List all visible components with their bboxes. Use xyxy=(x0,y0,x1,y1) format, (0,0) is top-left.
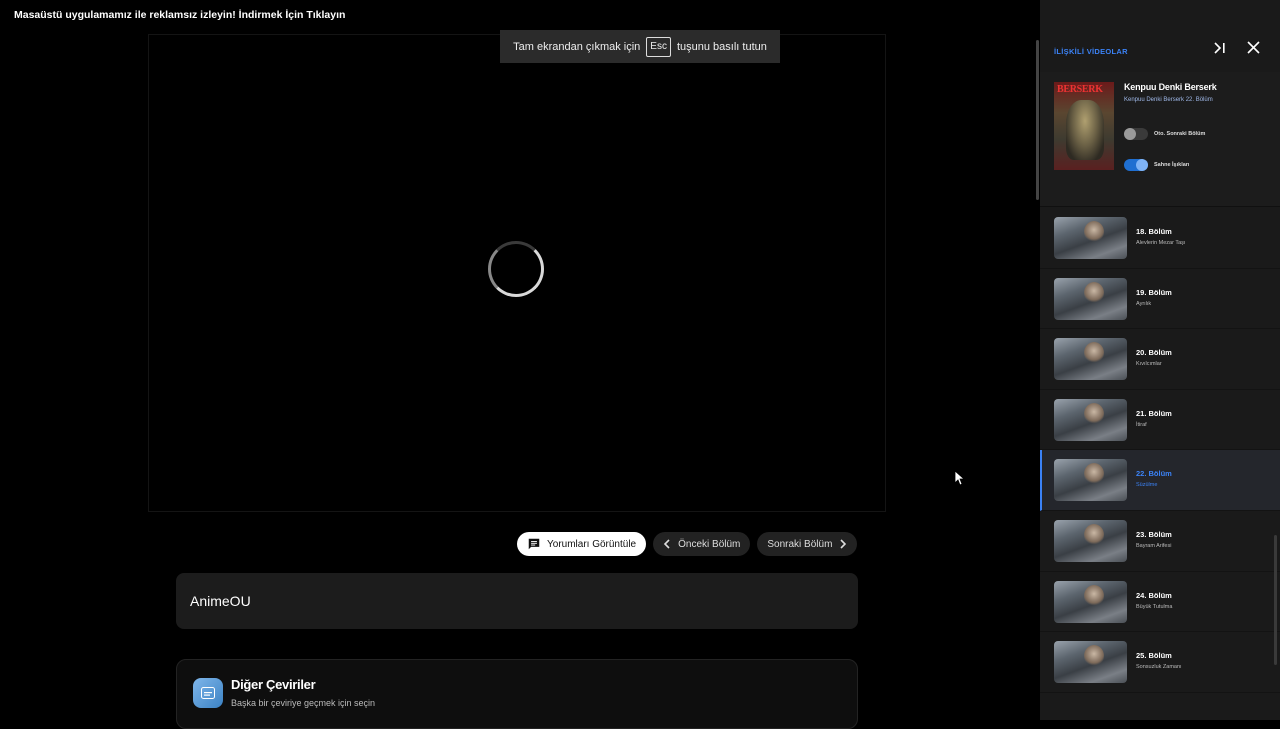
source-card[interactable]: AnimeOU xyxy=(176,573,858,629)
episode-name: Süzülme xyxy=(1136,482,1158,489)
view-comments-label: Yorumları Görüntüle xyxy=(547,538,637,550)
episode-thumbnail xyxy=(1054,459,1127,502)
episode-list-scrollbar[interactable] xyxy=(1274,210,1277,710)
episode-thumbnail xyxy=(1054,217,1127,259)
episode-name: Alevlerin Mezar Taşı xyxy=(1136,240,1186,246)
series-title: Kenpuu Denki Berserk xyxy=(1124,82,1217,92)
series-header: BERSERK Kenpuu Denki Berserk Kenpuu Denk… xyxy=(1040,72,1280,207)
translations-icon xyxy=(193,678,223,708)
episode-thumbnail xyxy=(1054,519,1127,562)
chevron-left-icon xyxy=(663,539,671,549)
collapse-right-icon xyxy=(1213,41,1227,59)
prev-episode-button[interactable]: Önceki Bölüm xyxy=(653,532,751,556)
episode-name: Ayrılık xyxy=(1136,300,1152,307)
toast-text-before: Tam ekrandan çıkmak için xyxy=(513,40,641,53)
collapse-panel-button[interactable] xyxy=(1212,42,1228,58)
episode-item-21[interactable]: 21. Bölüm İtiraf xyxy=(1040,390,1280,451)
episode-number: 18. Bölüm xyxy=(1136,227,1172,236)
episode-item-25[interactable]: 25. Bölüm Sonsuzluk Zamanı xyxy=(1040,632,1280,693)
episode-thumbnail xyxy=(1054,580,1127,623)
related-videos-panel: İLİŞKİLİ VİDEOLAR BERSERK Kenpuu Denki B… xyxy=(1040,0,1280,720)
episode-thumbnail xyxy=(1054,641,1127,684)
episode-number: 25. Bölüm xyxy=(1136,651,1172,661)
cover-art xyxy=(1066,100,1104,160)
other-translations-card[interactable]: Diğer Çeviriler Başka bir çeviriye geçme… xyxy=(176,659,858,729)
episode-item-24[interactable]: 24. Bölüm Büyük Tutulma xyxy=(1040,572,1280,633)
episode-number: 24. Bölüm xyxy=(1136,590,1172,600)
episode-number: 20. Bölüm xyxy=(1136,348,1172,358)
mouse-cursor-icon xyxy=(954,470,966,491)
episode-number: 21. Bölüm xyxy=(1136,408,1172,418)
scene-lights-toggle[interactable] xyxy=(1124,159,1148,171)
chevron-right-icon xyxy=(839,539,847,549)
episode-name: Bayram Arifesi xyxy=(1136,542,1172,549)
prev-episode-label: Önceki Bölüm xyxy=(678,538,741,550)
close-panel-button[interactable] xyxy=(1245,41,1261,59)
episode-actions: Yorumları Görüntüle Önceki Bölüm Sonraki… xyxy=(517,532,858,556)
episode-name: Sonsuzluk Zamanı xyxy=(1136,664,1182,671)
toast-text-after: tuşunu basılı tutun xyxy=(676,40,767,53)
series-subtitle: Kenpuu Denki Berserk 22. Bölüm xyxy=(1124,97,1213,103)
source-name: AnimeOU xyxy=(190,593,251,609)
series-cover[interactable]: BERSERK xyxy=(1054,82,1114,170)
main-scrollbar[interactable] xyxy=(1036,40,1039,200)
episode-item-19[interactable]: 19. Bölüm Ayrılık xyxy=(1040,269,1280,330)
episode-name: İtiraf xyxy=(1136,421,1147,428)
next-episode-label: Sonraki Bölüm xyxy=(767,538,833,550)
episode-number: 19. Bölüm xyxy=(1136,287,1172,297)
translations-subtitle: Başka bir çeviriye geçmek için seçin xyxy=(231,698,376,708)
episode-thumbnail xyxy=(1054,277,1127,320)
episode-list: 18. Bölüm Alevlerin Mezar Taşı 19. Bölüm… xyxy=(1040,208,1280,693)
promo-banner[interactable]: Masaüstü uygulamamız ile reklamsız izley… xyxy=(14,9,345,21)
episode-item-20[interactable]: 20. Bölüm Kıvılcımlar xyxy=(1040,329,1280,390)
view-comments-button[interactable]: Yorumları Görüntüle xyxy=(517,532,647,556)
episode-item-23[interactable]: 23. Bölüm Bayram Arifesi xyxy=(1040,511,1280,572)
episode-item-22-active[interactable]: 22. Bölüm Süzülme xyxy=(1040,450,1280,511)
episode-name: Büyük Tutulma xyxy=(1136,603,1173,610)
fullscreen-toast: Tam ekrandan çıkmak için Esc tuşunu bası… xyxy=(500,30,780,63)
loading-spinner-icon xyxy=(488,241,544,297)
episode-name: Kıvılcımlar xyxy=(1136,361,1162,368)
panel-title: İLİŞKİLİ VİDEOLAR xyxy=(1054,47,1128,56)
translations-title: Diğer Çeviriler xyxy=(231,677,316,692)
episode-item-18[interactable]: 18. Bölüm Alevlerin Mezar Taşı xyxy=(1040,208,1280,269)
esc-key: Esc xyxy=(646,36,671,57)
episode-number: 23. Bölüm xyxy=(1136,529,1172,539)
next-episode-button[interactable]: Sonraki Bölüm xyxy=(757,532,858,556)
episode-thumbnail xyxy=(1054,338,1127,381)
scene-lights-label: Sahne İşıkları xyxy=(1154,162,1190,168)
episode-number: 22. Bölüm xyxy=(1136,469,1172,479)
cover-logo: BERSERK xyxy=(1057,84,1103,95)
video-player[interactable] xyxy=(148,34,886,512)
auto-next-label: Oto. Sonraki Bölüm xyxy=(1154,131,1206,137)
comment-icon xyxy=(527,537,541,551)
close-icon xyxy=(1246,41,1260,59)
episode-thumbnail xyxy=(1054,398,1127,441)
auto-next-toggle[interactable] xyxy=(1124,128,1148,140)
